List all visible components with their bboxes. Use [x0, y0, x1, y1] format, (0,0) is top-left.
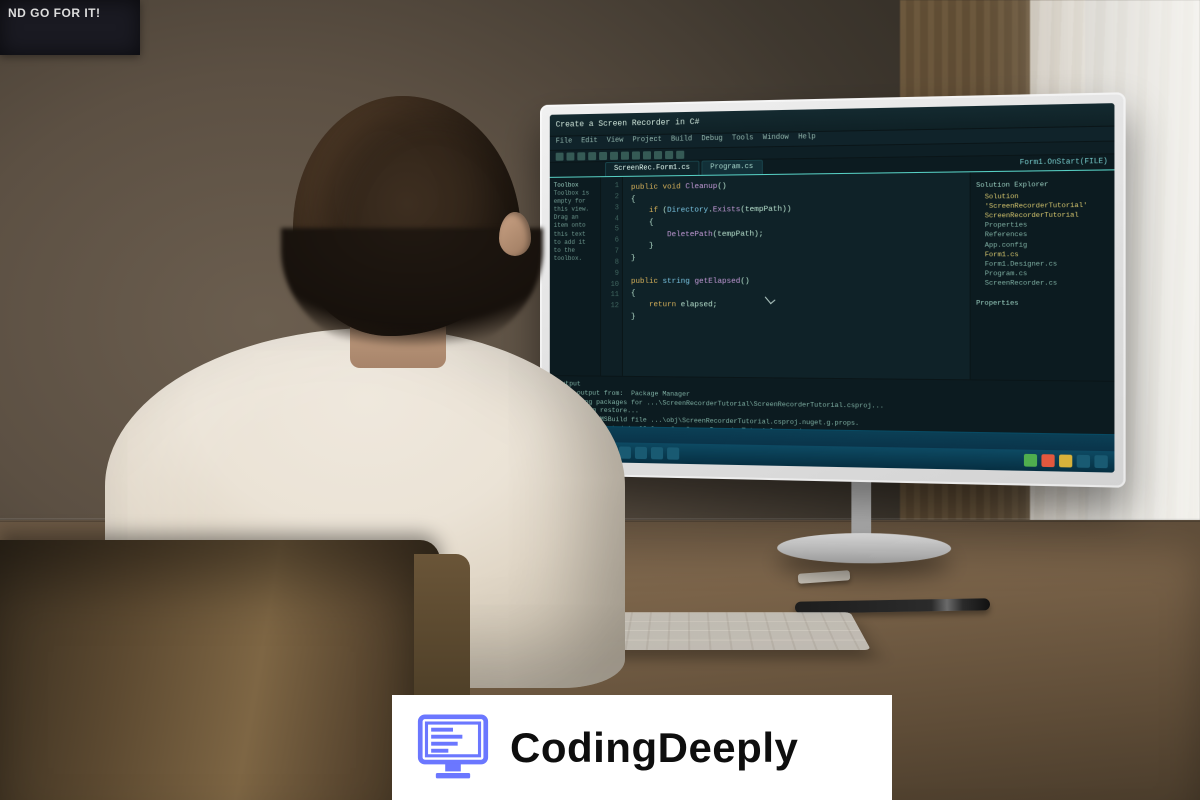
- tab-label: Program.cs: [710, 163, 753, 172]
- wall-poster: ND GO FOR IT!: [0, 0, 140, 55]
- menu-debug[interactable]: Debug: [701, 135, 722, 147]
- monitor: Create a Screen Recorder in C# File Edit…: [540, 92, 1126, 488]
- toolbar-icon[interactable]: [676, 151, 684, 159]
- taskbar-app-icon[interactable]: [651, 447, 663, 459]
- properties-header: Properties: [976, 298, 1109, 308]
- tab-label: ScreenRec.Form1.cs: [614, 164, 690, 173]
- menu-help[interactable]: Help: [798, 133, 815, 145]
- menu-project[interactable]: Project: [632, 136, 661, 148]
- menu-window[interactable]: Window: [763, 134, 789, 146]
- solution-node[interactable]: App.config: [976, 239, 1109, 249]
- tray-icon[interactable]: [1059, 455, 1072, 468]
- photo-scene: ND GO FOR IT! Create a Screen Recorder i…: [0, 0, 1200, 800]
- chair-back: [0, 540, 440, 800]
- toolbar-icon[interactable]: [632, 151, 640, 159]
- solution-node[interactable]: Form1.Designer.cs: [976, 259, 1109, 269]
- ide-output-panel: Output Show output from: Package Manager…: [550, 375, 1115, 434]
- watermark-logo-icon: [414, 709, 492, 787]
- file-breadcrumb: Form1.OnStart(FILE): [1020, 158, 1115, 168]
- taskbar-app-icon[interactable]: [667, 447, 679, 459]
- person-ear: [499, 212, 531, 256]
- tray-icon[interactable]: [1094, 455, 1107, 468]
- solution-root[interactable]: Solution 'ScreenRecorderTutorial': [976, 191, 1109, 212]
- taskbar-app-icon[interactable]: [635, 447, 647, 459]
- tab-inactive[interactable]: Program.cs: [701, 160, 762, 175]
- solution-node[interactable]: Form1.cs: [976, 249, 1109, 259]
- toolbar-icon[interactable]: [654, 151, 662, 159]
- tray-icon[interactable]: [1041, 454, 1054, 467]
- watermark-brand: CodingDeeply: [510, 724, 798, 772]
- ide-solution-panel: Solution Explorer Solution 'ScreenRecord…: [970, 170, 1115, 380]
- ide-editor[interactable]: public void Cleanup() { if (Directory.Ex…: [623, 172, 970, 379]
- wall-poster-text: ND GO FOR IT!: [8, 6, 101, 20]
- toolbar-icon[interactable]: [643, 151, 651, 159]
- tray-icon[interactable]: [1077, 455, 1090, 468]
- editor-cursor-icon: [765, 293, 776, 304]
- solution-header: Solution Explorer: [976, 179, 1109, 190]
- menu-tools[interactable]: Tools: [732, 134, 754, 146]
- tray-icon[interactable]: [1024, 454, 1037, 467]
- ide-window: Create a Screen Recorder in C# File Edit…: [550, 103, 1115, 472]
- solution-node[interactable]: Program.cs: [976, 268, 1109, 278]
- toolbar-icon[interactable]: [665, 151, 673, 159]
- menu-build[interactable]: Build: [671, 135, 692, 147]
- watermark-banner: CodingDeeply: [392, 695, 892, 800]
- solution-node[interactable]: ScreenRecorder.cs: [976, 278, 1109, 288]
